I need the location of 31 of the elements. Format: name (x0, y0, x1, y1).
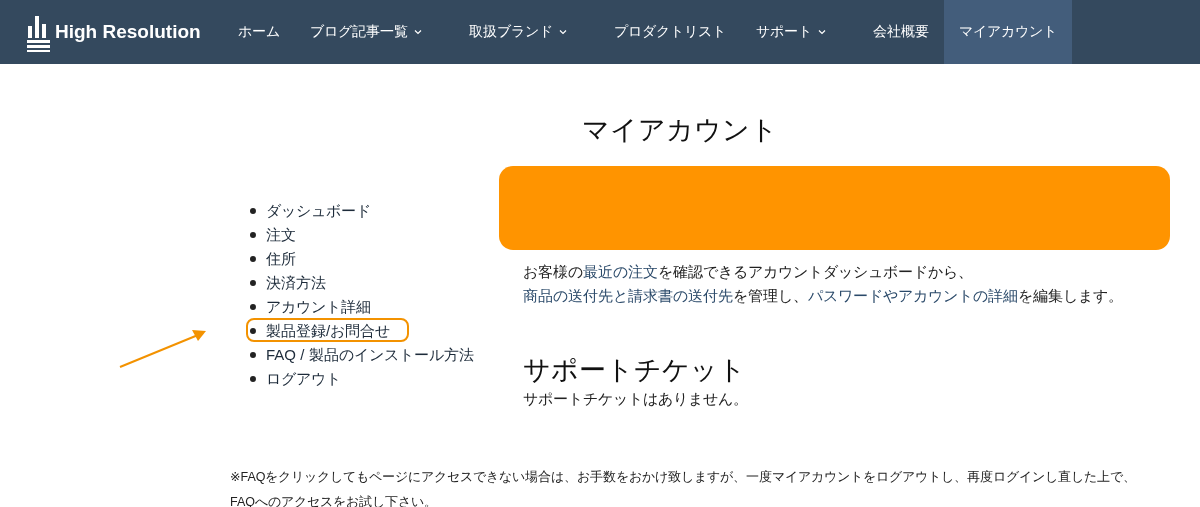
account-menu-link[interactable]: 決済方法 (266, 273, 326, 293)
nav-item[interactable]: プロダクトリスト (598, 0, 741, 64)
intro-link[interactable]: パスワードやアカウントの詳細 (808, 287, 1018, 304)
nav-item[interactable]: 会社概要 (857, 0, 944, 64)
nav-item[interactable]: ホーム (222, 0, 295, 64)
bullet-icon (250, 304, 256, 310)
bullet-icon (250, 376, 256, 382)
account-menu-link[interactable]: FAQ / 製品のインストール方法 (266, 345, 474, 365)
support-message: サポートチケットはありません。 (523, 390, 749, 409)
bullet-icon (250, 280, 256, 286)
nav-item[interactable]: マイアカウント (943, 0, 1072, 64)
bullet-icon (250, 208, 256, 214)
bullet-icon (250, 232, 256, 238)
intro-link[interactable]: 最近の注文 (583, 263, 658, 280)
logo-text[interactable]: High Resolution (55, 21, 201, 43)
bullet-icon (250, 352, 256, 358)
bullet-icon (250, 328, 256, 334)
nav-item[interactable]: サポート (740, 0, 858, 64)
account-menu-link[interactable]: ログアウト (266, 369, 341, 389)
intro-link[interactable]: 商品の送付先と請求書の送付先 (523, 287, 733, 304)
intro-paragraph: お客様の最近の注文を確認できるアカウントダッシュボードから、 商品の送付先と請求書の送付先を管理し、パスワードやアカウントの詳細を編集します。 (523, 262, 1124, 306)
bullet-icon (250, 256, 256, 262)
support-heading: サポートチケット (523, 354, 747, 387)
account-menu-link[interactable]: 製品登録/お問合せ (266, 321, 391, 341)
account-menu-link[interactable]: 注文 (266, 225, 296, 245)
page-title: マイアカウント (581, 114, 779, 147)
account-menu-link[interactable]: ダッシュボード (266, 201, 371, 221)
account-menu-link[interactable]: アカウント詳細 (266, 297, 371, 317)
account-menu-link[interactable]: 住所 (266, 249, 296, 269)
nav-item[interactable]: ブログ記事一覧 (294, 0, 454, 64)
nav-item[interactable]: 取扱ブランド (453, 0, 599, 64)
